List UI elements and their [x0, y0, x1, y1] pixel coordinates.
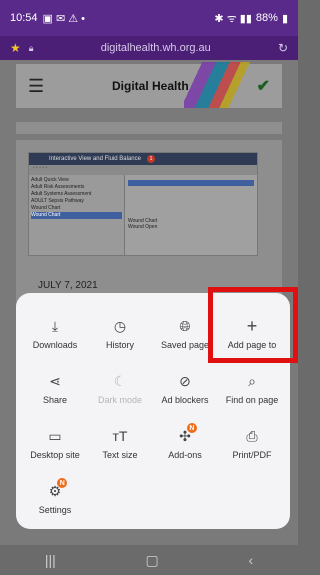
gear-icon: ⚙ N: [49, 478, 68, 502]
menu-item-label: Ad blockers: [161, 395, 209, 405]
menu-item-text-size[interactable]: ᴛT Text size: [85, 425, 155, 460]
menu-item-add-ons[interactable]: ✣ N Add-ons: [150, 423, 220, 460]
system-nav-bar: ||| ▢ ‹: [0, 545, 298, 575]
url-bar[interactable]: ★ 🔒︎ digitalhealth.wh.org.au ↻: [0, 36, 298, 60]
home-icon[interactable]: ▢: [146, 552, 159, 569]
menu-item-label: Share: [42, 395, 68, 405]
image-list-item: Wound Chart: [31, 212, 122, 219]
image-list-item: ADULT Sepsis Pathway: [31, 198, 84, 204]
menu-item-label: Saved page: [160, 340, 210, 350]
block-icon: ⊘: [179, 372, 191, 389]
notification-icons: ▣ ✉ ⚠ •: [42, 12, 86, 25]
menu-item-settings[interactable]: ⚙ N Settings: [20, 478, 90, 515]
image-list: Adult Quick View Adult Risk Assessments …: [29, 175, 125, 255]
post-date: JULY 7, 2021: [38, 280, 98, 291]
new-badge: N: [186, 423, 197, 433]
check-icon: ✔: [256, 78, 270, 95]
image-list-item: Adult Risk Assessments: [31, 184, 85, 190]
image-right-label: Wound Open: [128, 224, 158, 230]
back-icon[interactable]: ‹: [248, 552, 253, 568]
status-bar: 10:54 ▣ ✉ ⚠ • ✱ ᯤ ▮▮ 88% ▮: [0, 0, 298, 36]
menu-item-label: Find on page: [225, 395, 279, 405]
recent-apps-icon[interactable]: |||: [45, 552, 56, 568]
puzzle-icon: ✣ N: [179, 423, 197, 447]
menu-item-label: Desktop site: [30, 450, 80, 460]
moon-icon: ☾: [113, 372, 127, 389]
site-logo-stripes: [184, 62, 254, 108]
hamburger-menu-icon[interactable]: ☰: [28, 76, 44, 97]
article-image: Interactive View and Fluid Balance 1 ▫ ▫…: [28, 152, 258, 256]
image-step-marker: 1: [146, 155, 155, 163]
printer-icon: ⎙: [246, 427, 258, 444]
share-icon: ⋖: [49, 372, 61, 389]
clock-icon: ◷: [113, 317, 127, 334]
menu-item-label: Dark mode: [97, 395, 142, 405]
menu-item-label: Add-ons: [168, 450, 202, 460]
bookmark-star-icon[interactable]: ★: [10, 41, 21, 55]
page-band: [16, 122, 282, 134]
menu-item-print-pdf[interactable]: ⎙ Print/PDF: [217, 425, 287, 461]
menu-item-label: Downloads: [32, 340, 78, 350]
text-size-icon: ᴛT: [112, 428, 128, 444]
status-time: 10:54: [10, 12, 38, 24]
image-window-titlebar: Interactive View and Fluid Balance 1: [29, 153, 257, 165]
url-text[interactable]: digitalhealth.wh.org.au: [34, 42, 278, 54]
menu-item-label: Print/PDF: [232, 450, 272, 460]
menu-item-label: Settings: [38, 505, 72, 515]
globe-download-icon: 🌐︎: [179, 317, 191, 334]
menu-item-find-on-page[interactable]: ⌕ Find on page: [217, 370, 287, 406]
battery-icon: ▮: [281, 12, 288, 25]
menu-item-share[interactable]: ⋖ Share: [20, 370, 90, 406]
menu-item-desktop-site[interactable]: ▭ Desktop site: [20, 425, 90, 461]
menu-item-label: Text size: [102, 450, 138, 460]
menu-item-ad-blockers[interactable]: ⊘ Ad blockers: [150, 370, 220, 406]
new-badge: N: [57, 478, 68, 488]
menu-item-label: History: [105, 340, 134, 350]
menu-item-downloads[interactable]: ⤓ Downloads: [20, 315, 90, 351]
monitor-icon: ▭: [48, 427, 62, 444]
annotation-highlight-box: [208, 287, 298, 363]
image-list-item: Wound Chart: [31, 205, 61, 211]
image-list-item: Adult Systems Assessment: [31, 191, 92, 197]
image-window-title: Interactive View and Fluid Balance: [49, 156, 141, 162]
menu-item-dark-mode: ☾ Dark mode: [85, 370, 155, 406]
menu-item-history[interactable]: ◷ History: [85, 315, 155, 351]
reload-icon[interactable]: ↻: [278, 41, 288, 55]
image-header-bar: [128, 180, 254, 186]
image-toolbar: ▫ ▫ ▫ ▫ ▫: [29, 165, 257, 175]
find-page-icon: ⌕: [248, 372, 256, 389]
image-right-panel: Wound Chart Wound Open: [125, 175, 257, 255]
download-icon: ⤓: [51, 317, 59, 334]
image-list-item: Adult Quick View: [31, 177, 69, 183]
battery-level: 88%: [255, 12, 278, 24]
signal-icons: ✱ ᯤ ▮▮: [214, 12, 252, 25]
